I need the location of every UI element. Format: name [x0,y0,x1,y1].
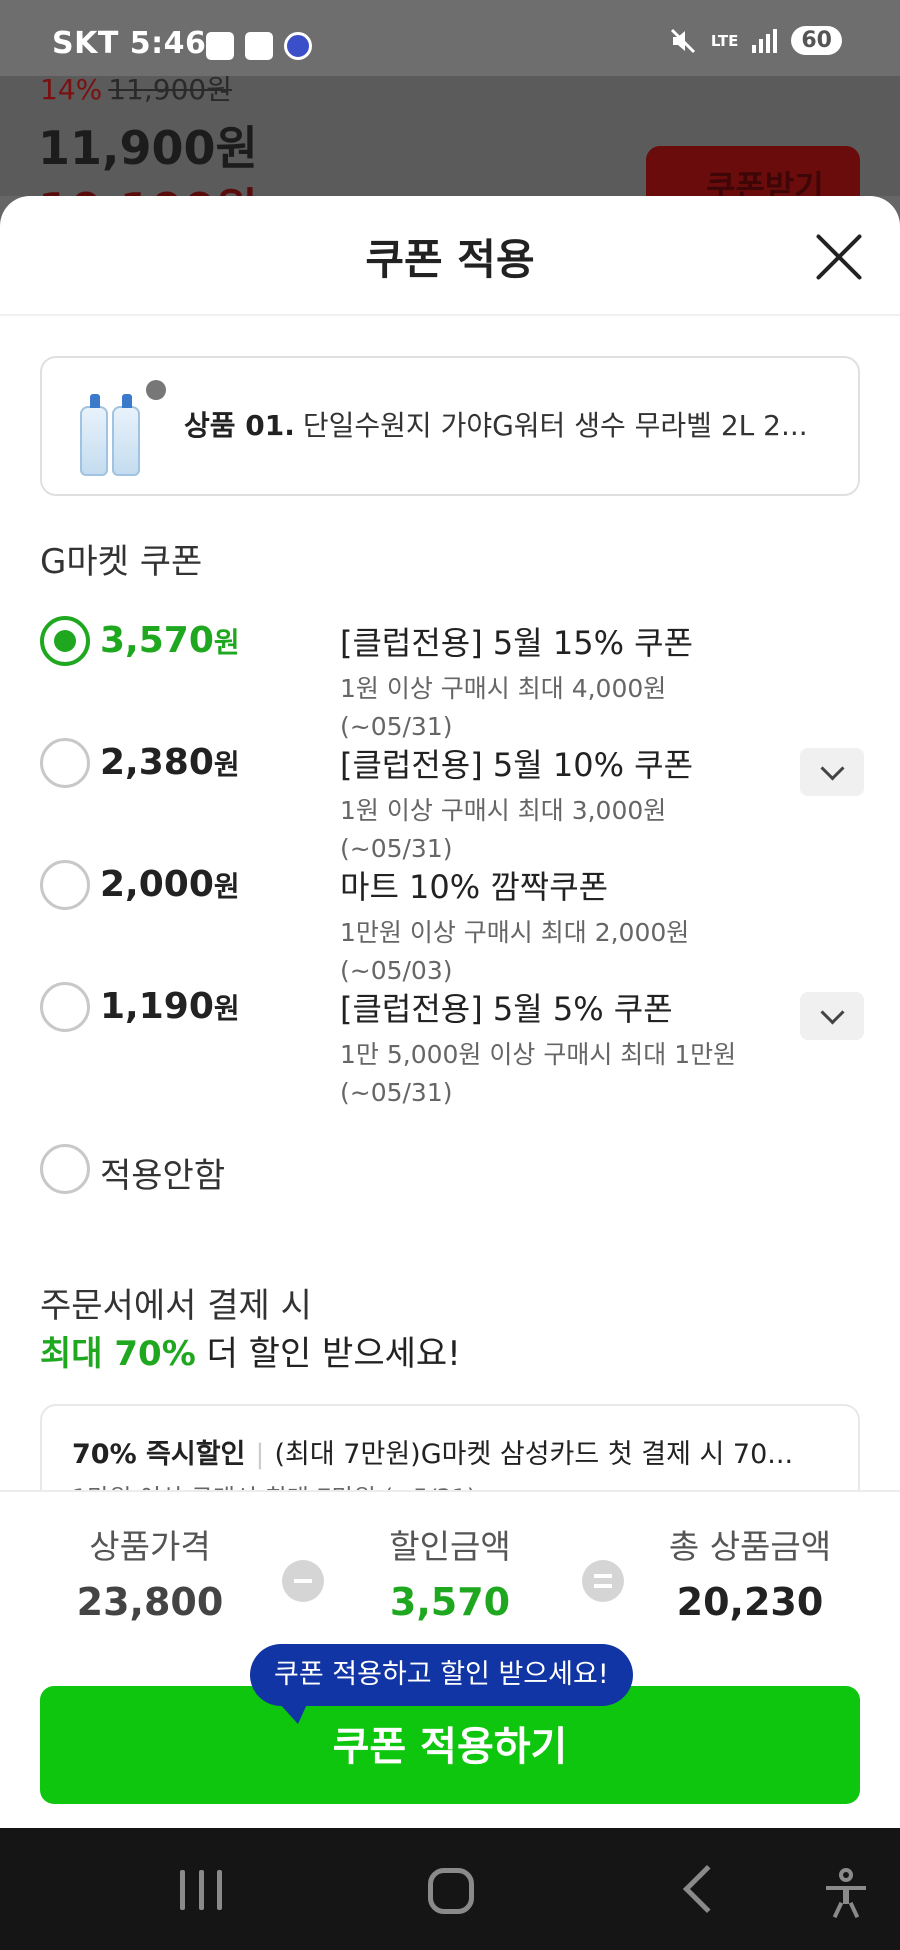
signal-icon [752,28,778,53]
coupon-condition: 1만 5,000원 이상 구매시 최대 1만원 (~05/31) [340,1040,737,1107]
status-time: SKT 5:46 [52,26,207,61]
summary-total: 총 상품금액 20,230 [668,1527,832,1624]
chevron-down-icon[interactable] [800,748,864,796]
bottle-icon [80,394,108,476]
card-offer-text: 70% 즉시할인 | (최대 7만원)G마켓 삼성카드 첫 결제 시 70... [72,1439,794,1470]
chevron-down-icon[interactable] [800,992,864,1040]
battery-indicator: 60 [791,26,842,55]
home-icon[interactable] [428,1868,474,1914]
back-icon[interactable] [682,1864,732,1914]
accessibility-icon[interactable] [826,1868,866,1919]
radio-unselected[interactable] [40,982,90,1032]
background-page: 14%11,900원 11,900원 10,190원 쿠폰받기 [0,76,900,196]
coupon-section-title: G마켓 쿠폰 [40,542,203,582]
radio-unselected[interactable] [40,738,90,788]
radio-unselected[interactable] [40,1144,90,1194]
bottle-icon [112,394,140,476]
recent-apps-icon[interactable] [180,1870,222,1910]
coupon-amount: 1,190원 [100,986,240,1027]
navigation-bar [0,1828,900,1950]
summary-discount: 할인금액 3,570 [389,1527,511,1624]
promo-tooltip: 쿠폰 적용하고 할인 받으세요! [250,1644,633,1706]
coupon-name: [클럽전용] 5월 5% 쿠폰 [340,990,673,1028]
equals-icon [582,1560,624,1602]
coupon-condition: 1만원 이상 구매시 최대 2,000원 (~05/03) [340,918,690,985]
coupon-name: [클럽전용] 5월 15% 쿠폰 [340,624,694,662]
coupon-condition: 1원 이상 구매시 최대 4,000원 (~05/31) [340,674,667,741]
price-summary: 상품가격 23,800 할인금액 3,570 총 상품금액 20,230 쿠폰 … [0,1490,900,1828]
no-coupon-label: 적용안함 [100,1156,226,1196]
radio-unselected[interactable] [40,860,90,910]
app-badge-icon [284,32,312,60]
coupon-amount: 3,570원 [100,620,240,661]
close-icon[interactable] [814,232,864,282]
summary-price: 상품가격 23,800 [76,1527,224,1624]
sheet-title: 쿠폰 적용 [365,235,535,284]
notification-icon [206,32,234,60]
brand-logo-icon [66,378,106,396]
promo-text: 주문서에서 결제 시 [40,1286,312,1326]
coupon-condition: 1원 이상 구매시 최대 3,000원 (~05/31) [340,796,667,863]
bg-coupon-price: 10,190원 [38,174,258,196]
network-type: LTE [710,31,739,50]
coupon-name: [클럽전용] 5월 10% 쿠폰 [340,746,694,784]
sheet-header: 쿠폰 적용 [0,196,900,316]
coupon-sheet: 쿠폰 적용 상품 01. 단일수원지 가야G워터 생수 무라벨 2L 2... G… [0,196,900,1828]
product-card: 상품 01. 단일수원지 가야G워터 생수 무라벨 2L 2... [40,356,860,496]
radio-selected[interactable] [40,616,90,666]
minus-icon [282,1560,324,1602]
promo-highlight-text: 최대 70% 더 할인 받으세요! [40,1334,461,1374]
coupon-amount: 2,380원 [100,742,240,783]
bg-coupon-button: 쿠폰받기 [646,146,860,196]
bg-price: 11,900원 [38,121,258,175]
mute-icon [670,28,695,53]
product-thumbnail [66,378,166,478]
coupon-amount: 2,000원 [100,864,240,905]
status-bar: SKT 5:46 LTE 60 [0,0,900,76]
badge-icon [146,380,166,400]
product-name: 상품 01. 단일수원지 가야G워터 생수 무라벨 2L 2... [184,409,808,442]
pay-app-icon [245,32,273,60]
bg-original-price: 14% 11,900원 [40,76,232,106]
coupon-name: 마트 10% 깜짝쿠폰 [340,868,609,906]
